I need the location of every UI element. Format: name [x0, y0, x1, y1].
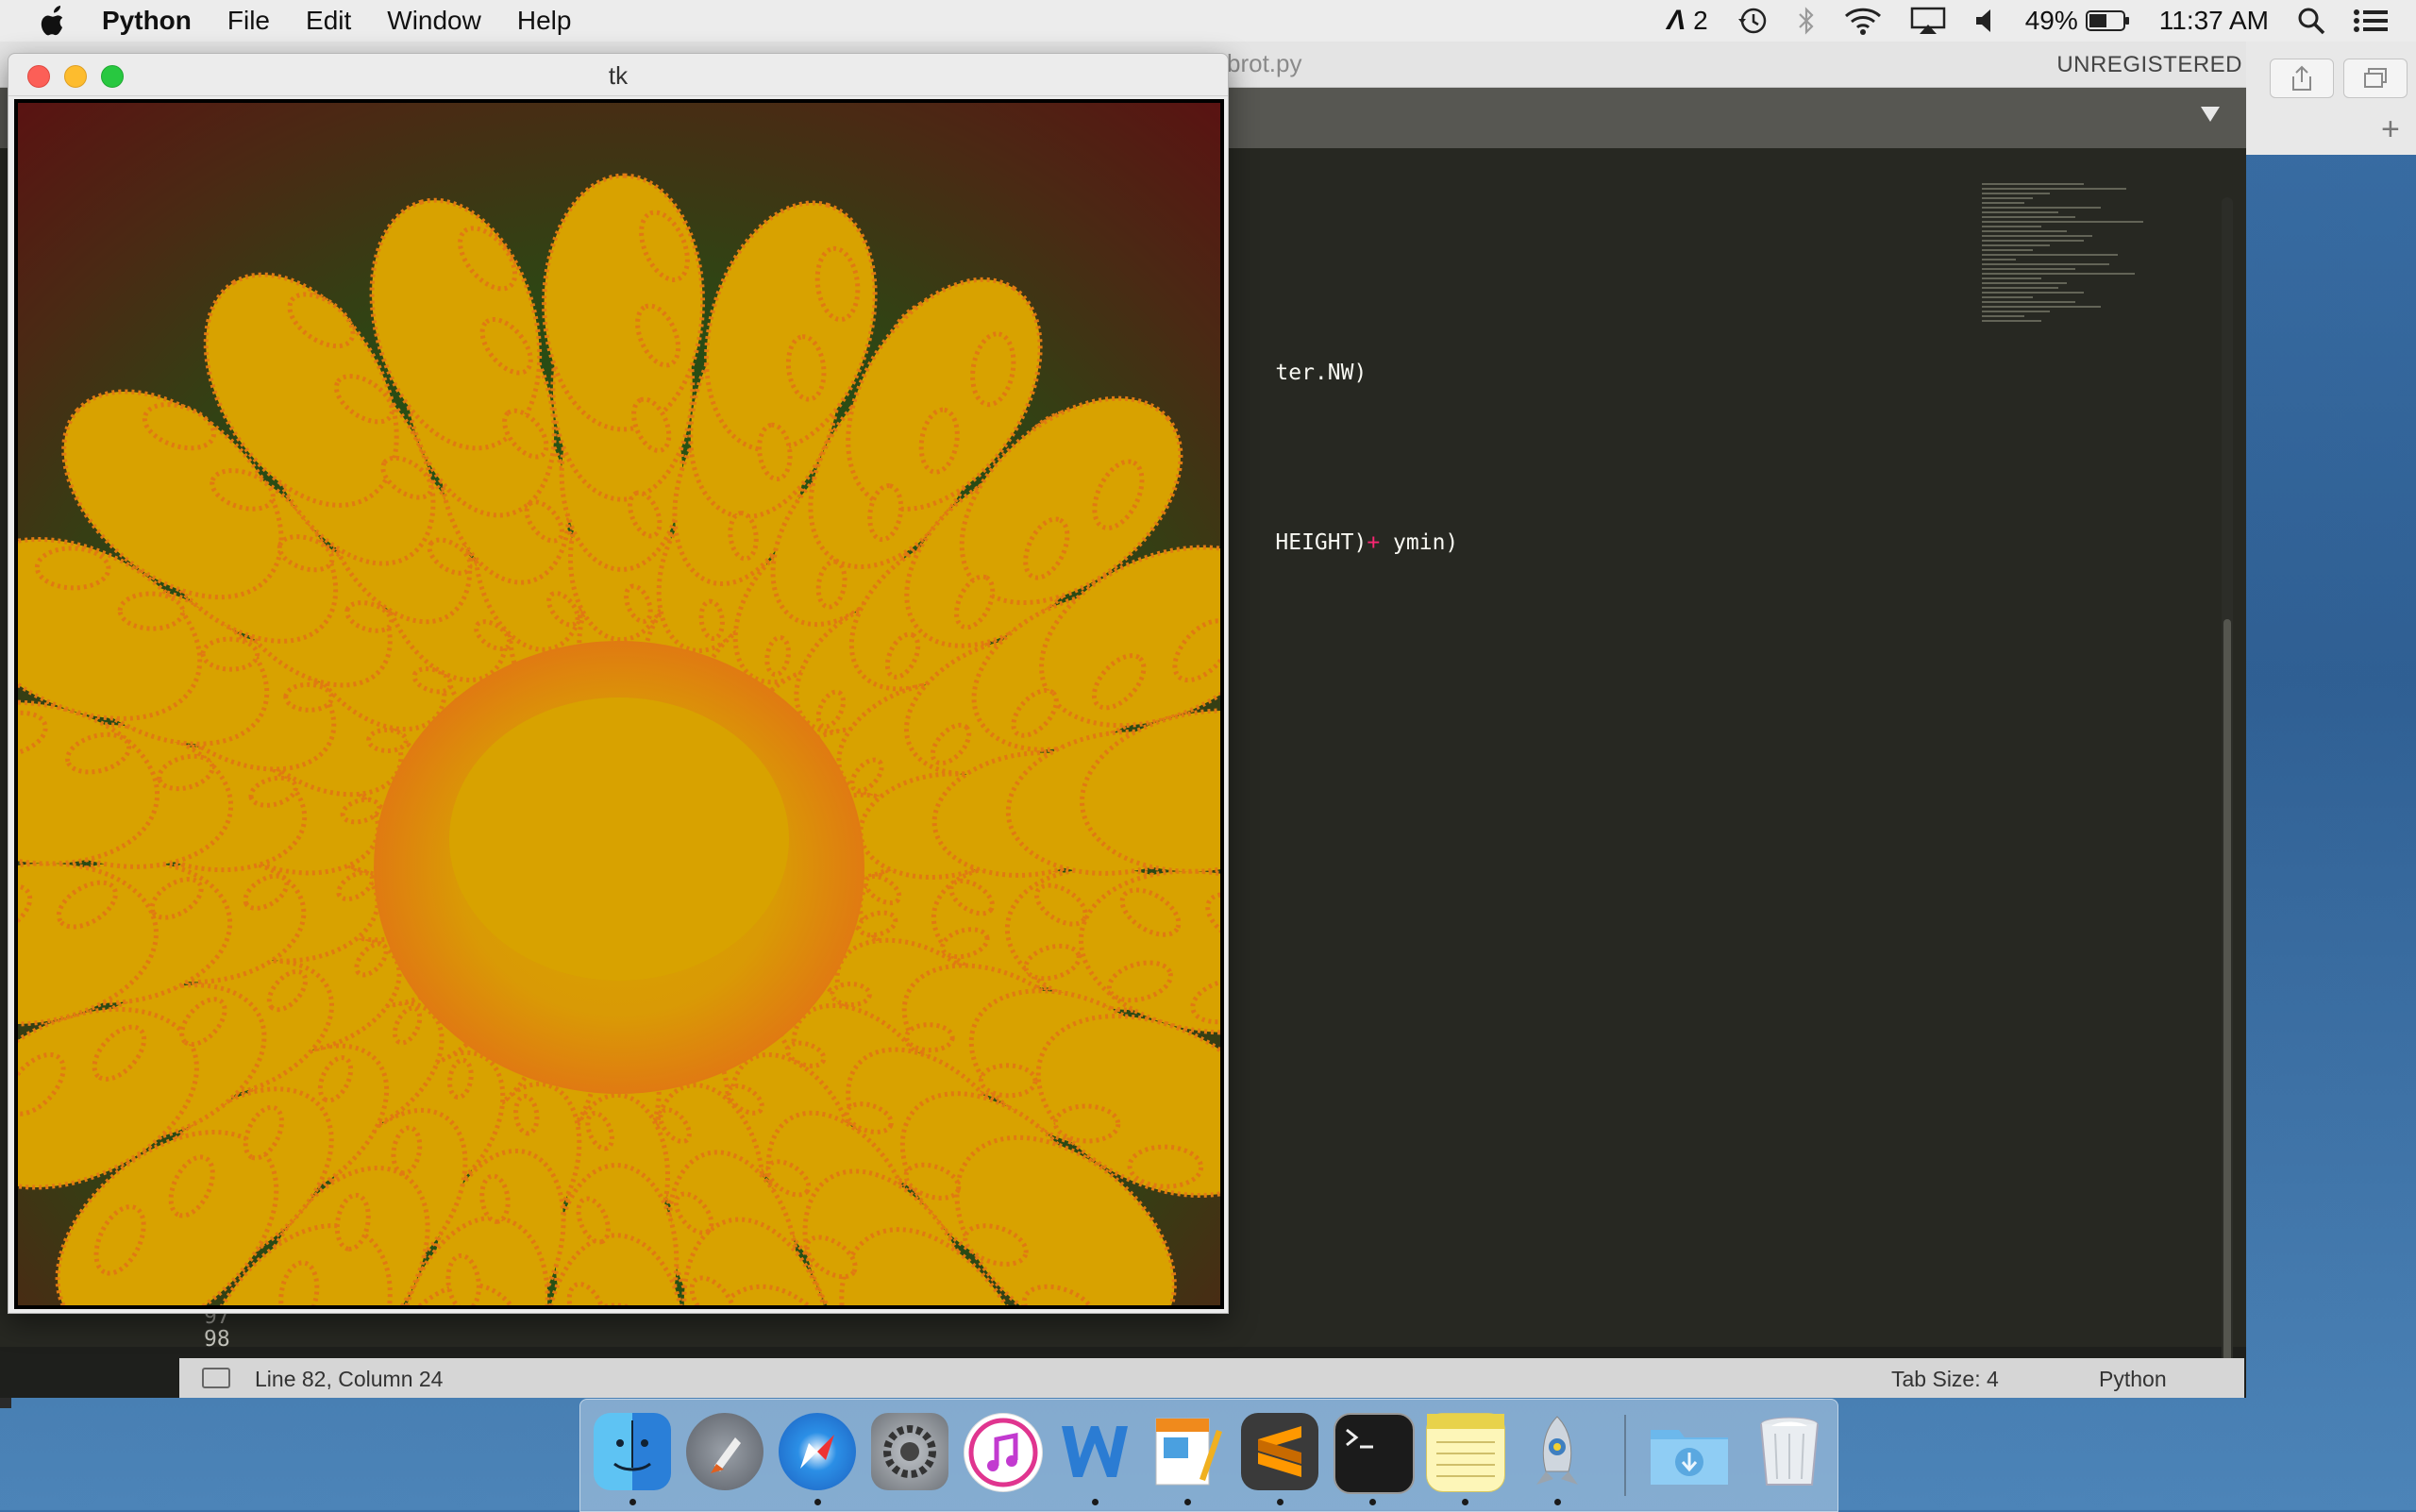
adobe-icon: Ʌ [1667, 5, 1686, 36]
share-icon [2292, 65, 2311, 91]
show-panel-icon[interactable] [202, 1368, 230, 1388]
syntax-selector[interactable]: Python [2099, 1367, 2167, 1392]
running-indicator [1369, 1499, 1376, 1505]
code-text: ter.NW) [1275, 361, 1367, 385]
sublime-status-bar: Line 82, Column 24 Tab Size: 4 Python [179, 1358, 2244, 1398]
running-indicator [1554, 1499, 1561, 1505]
code-operator: + [1367, 530, 1381, 555]
menu-bar: Python File Edit Window Help Ʌ 2 49% 11:… [0, 0, 2416, 42]
tk-titlebar[interactable]: tk [8, 54, 1228, 96]
launchpad-icon[interactable] [686, 1413, 763, 1490]
battery-status[interactable]: 49% [2025, 6, 2131, 36]
tk-window: tk [8, 53, 1229, 1314]
cursor-position: Line 82, Column 24 [255, 1367, 444, 1391]
running-indicator [1092, 1499, 1099, 1505]
safari-icon[interactable] [779, 1413, 856, 1490]
notification-center-icon[interactable] [2354, 8, 2388, 33]
battery-icon [2085, 10, 2129, 31]
menu-help[interactable]: Help [499, 0, 590, 42]
share-button[interactable] [2270, 59, 2334, 98]
gutter-line-number: 98 [204, 1327, 230, 1352]
downloads-folder-icon[interactable] [1647, 1413, 1728, 1490]
background-browser-window: + [2244, 42, 2416, 155]
code-text: ymin) [1380, 530, 1459, 555]
running-indicator [629, 1499, 636, 1505]
code-minimap[interactable] [1982, 183, 2152, 438]
itunes-icon[interactable] [964, 1413, 1043, 1492]
fractal-lobe [449, 697, 789, 981]
new-tab-plus-icon[interactable]: + [2381, 113, 2400, 145]
adobe-count: 2 [1693, 6, 1708, 35]
mandelbrot-canvas[interactable] [18, 103, 1220, 1305]
fractal-lobe [200, 636, 260, 672]
notes-icon[interactable] [1426, 1413, 1505, 1492]
sublime-file-name: brot.py [1227, 49, 1302, 77]
tabs-icon [2364, 68, 2387, 88]
trash-icon[interactable] [1751, 1413, 1828, 1490]
spotlight-search-icon[interactable] [2297, 7, 2325, 35]
tabs-overview-button[interactable] [2343, 59, 2408, 98]
menu-file[interactable]: File [210, 0, 288, 42]
code-line: ter.NW) [1223, 336, 1367, 410]
apple-menu-icon[interactable] [25, 0, 81, 42]
tab-list-dropdown-icon[interactable] [2201, 107, 2220, 122]
tab-size-selector[interactable]: Tab Size: 4 [1891, 1367, 1999, 1392]
adobe-creative-cloud-status[interactable]: Ʌ 2 [1667, 5, 1708, 37]
sublime-text-icon[interactable] [1241, 1413, 1318, 1490]
running-indicator [814, 1499, 821, 1505]
code-line: HEIGHT)+ ymin) [1223, 506, 1458, 580]
fractal-lobe [978, 1063, 1038, 1099]
menu-window[interactable]: Window [369, 0, 499, 42]
python-launcher-icon[interactable] [1518, 1413, 1596, 1490]
running-indicator [1462, 1499, 1468, 1505]
terminal-icon[interactable] [1334, 1413, 1415, 1494]
tk-window-title: tk [608, 61, 629, 90]
dock [579, 1399, 1838, 1512]
vertical-scrollbar-thumb[interactable] [2223, 619, 2231, 1388]
time-machine-icon[interactable] [1736, 6, 1769, 36]
fractal-lobe [1052, 1103, 1121, 1144]
word-icon[interactable] [1056, 1413, 1133, 1490]
running-indicator [1184, 1499, 1191, 1505]
bluetooth-icon[interactable] [1797, 6, 1816, 36]
menu-edit[interactable]: Edit [288, 0, 369, 42]
battery-percent: 49% [2024, 6, 2078, 35]
fractal-lobe [117, 591, 186, 631]
canvas-frame [14, 99, 1224, 1309]
system-preferences-icon[interactable] [871, 1413, 948, 1490]
code-text: HEIGHT) [1275, 530, 1367, 555]
airplay-icon[interactable] [1910, 7, 1946, 35]
wifi-icon[interactable] [1844, 7, 1882, 35]
volume-icon[interactable] [1974, 8, 1997, 34]
pages-icon[interactable] [1149, 1413, 1226, 1490]
menu-clock[interactable]: 11:37 AM [2159, 6, 2269, 36]
finder-icon[interactable] [594, 1413, 671, 1490]
dock-separator [1624, 1415, 1626, 1496]
unregistered-label: UNREGISTERED [2056, 52, 2242, 77]
running-indicator [1277, 1499, 1284, 1505]
menu-app-python[interactable]: Python [81, 0, 210, 42]
